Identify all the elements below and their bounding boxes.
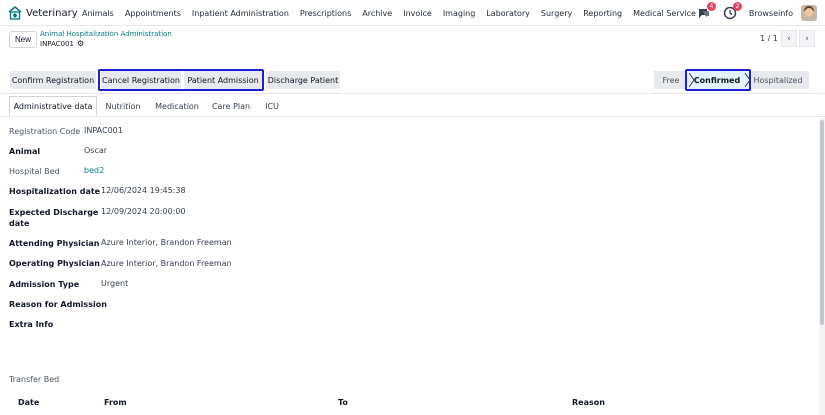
activities-button[interactable]: 2: [723, 2, 742, 20]
hospitalization-date-label: Hospitalization date: [9, 187, 101, 196]
registration-code-label: Registration Code: [9, 127, 81, 136]
breadcrumb-parent[interactable]: Animal Hospitalization Administration: [40, 30, 172, 38]
tab-administrative-data[interactable]: Administrative data: [9, 96, 97, 116]
gear-icon[interactable]: ⚙: [77, 39, 84, 48]
new-button[interactable]: New: [9, 31, 37, 48]
hospital-bed-label: Hospital Bed: [9, 167, 60, 176]
menu-surgery[interactable]: Surgery: [541, 9, 572, 18]
stage-hospitalized[interactable]: Hospitalized: [748, 71, 808, 89]
animal-value[interactable]: Oscar: [84, 146, 107, 155]
extra-info-label: Extra Info: [9, 320, 54, 329]
registration-code-value[interactable]: INPAC001: [84, 126, 123, 135]
pager-value[interactable]: 1 / 1: [760, 34, 778, 43]
form-scrollbar-thumb[interactable]: [820, 120, 824, 325]
tabs-divider: [0, 116, 825, 117]
column-header-reason[interactable]: Reason: [572, 398, 605, 407]
app-brand[interactable]: Veterinary: [8, 4, 78, 22]
menu-animals[interactable]: Animals: [82, 9, 114, 18]
main-menu: Animals Appointments Inpatient Administr…: [82, 0, 707, 26]
menu-invoice[interactable]: Invoice: [403, 9, 432, 18]
pager-next-button[interactable]: ›: [799, 30, 815, 47]
reason-for-admission-label: Reason for Admission: [9, 300, 107, 309]
tab-icu[interactable]: ICU: [257, 96, 287, 116]
attending-physician-label: Attending Physician: [9, 239, 100, 248]
chevron-left-icon: ‹: [787, 33, 791, 44]
statusbar-divider: [0, 93, 825, 94]
column-header-date[interactable]: Date: [18, 398, 39, 407]
hospital-bed-link[interactable]: bed2: [84, 166, 104, 175]
menu-laboratory[interactable]: Laboratory: [486, 9, 530, 18]
messages-button[interactable]: 4: [697, 2, 716, 20]
patient-admission-button[interactable]: Patient Admission: [184, 71, 262, 89]
app-name: Veterinary: [26, 7, 78, 19]
tab-medication[interactable]: Medication: [149, 96, 205, 116]
menu-prescriptions[interactable]: Prescriptions: [300, 9, 351, 18]
record-name: INPAC001: [40, 39, 74, 48]
top-navbar: Veterinary Animals Appointments Inpatien…: [0, 0, 825, 26]
menu-imaging[interactable]: Imaging: [443, 9, 476, 18]
stage-free[interactable]: Free: [654, 71, 688, 89]
tab-nutrition[interactable]: Nutrition: [99, 96, 147, 116]
stage-confirmed[interactable]: Confirmed: [690, 71, 744, 89]
column-header-from[interactable]: From: [104, 398, 127, 407]
reason-for-admission-field[interactable]: [101, 299, 401, 310]
admission-type-label: Admission Type: [9, 280, 80, 289]
menu-reporting[interactable]: Reporting: [583, 9, 622, 18]
attending-physician-value[interactable]: Azure Interior, Brandon Freeman: [101, 238, 232, 247]
chevron-right-icon: ›: [805, 33, 809, 44]
cancel-registration-button[interactable]: Cancel Registration: [101, 71, 181, 89]
pager-previous-button[interactable]: ‹: [781, 30, 797, 47]
expected-discharge-label-line2: date: [9, 219, 30, 228]
navbar-systray: 4 2 Browseinfo: [697, 2, 817, 22]
menu-archive[interactable]: Archive: [362, 9, 392, 18]
messages-count-badge: 4: [706, 2, 716, 11]
menu-medical-service[interactable]: Medical Service: [633, 9, 696, 18]
hospitalization-date-value[interactable]: 12/06/2024 19:45:38: [101, 186, 186, 195]
operating-physician-label: Operating Physician: [9, 259, 100, 268]
expected-discharge-value[interactable]: 12/09/2024 20:00:00: [101, 207, 186, 216]
animal-label: Animal: [9, 147, 41, 156]
breadcrumb-current: INPAC001 ⚙: [40, 39, 84, 48]
confirm-registration-button[interactable]: Confirm Registration: [10, 71, 96, 89]
extra-info-field[interactable]: [101, 319, 401, 330]
discharge-patient-button[interactable]: Discharge Patient: [266, 71, 340, 89]
expected-discharge-label: Expected Discharge: [9, 208, 99, 217]
menu-appointments[interactable]: Appointments: [125, 9, 181, 18]
user-avatar[interactable]: [801, 5, 817, 21]
tab-care-plan[interactable]: Care Plan: [207, 96, 255, 116]
operating-physician-value[interactable]: Azure Interior, Brandon Freeman: [101, 259, 232, 268]
avatar-face: [805, 8, 813, 17]
transfer-bed-title: Transfer Bed: [9, 375, 60, 384]
menu-inpatient-administration[interactable]: Inpatient Administration: [192, 9, 289, 18]
company-name[interactable]: Browseinfo: [749, 9, 793, 18]
column-header-to[interactable]: To: [338, 398, 348, 407]
veterinary-app-icon: [8, 6, 22, 20]
admission-type-value[interactable]: Urgent: [101, 279, 128, 288]
activities-count-badge: 2: [732, 2, 742, 11]
